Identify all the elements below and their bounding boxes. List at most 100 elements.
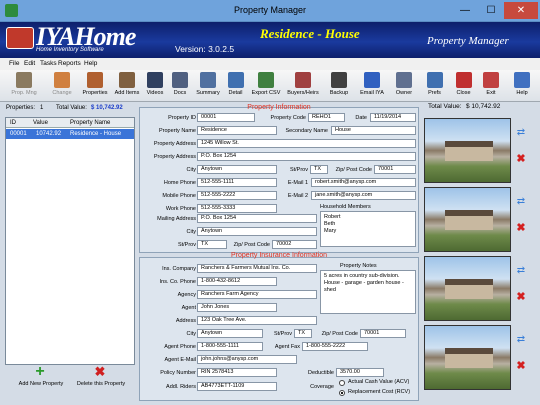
- delete-photo-icon[interactable]: ✖: [513, 221, 529, 235]
- toolbar-backup-button[interactable]: Backup: [324, 71, 354, 101]
- ins-city-field[interactable]: Anytown: [197, 329, 263, 338]
- agent-phone-field[interactable]: 1-800-555-1111: [197, 342, 263, 351]
- help-icon: [514, 72, 530, 88]
- coverage-rcv-radio[interactable]: [339, 390, 345, 396]
- delete-icon[interactable]: ✖: [93, 365, 107, 379]
- toolbar-videos-button[interactable]: Videos: [144, 71, 166, 101]
- menu-tasks[interactable]: Tasks: [40, 60, 57, 67]
- delete-photo-icon[interactable]: ✖: [513, 290, 529, 304]
- toolbar-buyers-heirs-button[interactable]: Buyers/Heirs: [284, 71, 322, 101]
- deductible-field[interactable]: 3570.00: [336, 368, 384, 377]
- maximize-button[interactable]: ☐: [478, 2, 504, 19]
- house-image: [445, 141, 493, 161]
- row-id: 00001: [10, 131, 27, 137]
- minimize-button[interactable]: —: [452, 2, 478, 19]
- toolbar-docs-button[interactable]: Docs: [168, 71, 192, 101]
- toolbar-owner-button[interactable]: Owner: [390, 71, 418, 101]
- email1-label: E-Mail 1: [287, 180, 308, 186]
- property-name-field[interactable]: Residence: [197, 126, 277, 135]
- agency-field[interactable]: Ranchers Farm Agency: [197, 290, 317, 299]
- ins-phone-field[interactable]: 1-800-432-8612: [197, 277, 277, 286]
- grid-header-name[interactable]: Property Name: [70, 120, 110, 126]
- toolbar-email-iya-button[interactable]: Email IYA: [357, 71, 387, 101]
- property-code-field[interactable]: REHO1: [308, 113, 345, 122]
- toolbar-prefs-button[interactable]: Prefs: [421, 71, 448, 101]
- menu-reports[interactable]: Reports: [58, 60, 81, 67]
- property-photo[interactable]: [424, 118, 511, 183]
- property-photo[interactable]: [424, 325, 511, 390]
- email1-field[interactable]: robert.smith@anysp.com: [311, 178, 416, 187]
- property-photo[interactable]: [424, 256, 511, 321]
- update-photo-icon[interactable]: ⇄: [513, 126, 529, 140]
- close-window-button[interactable]: ✕: [504, 2, 538, 19]
- work-phone-label: Work Phone: [165, 206, 196, 212]
- ins-zip-field[interactable]: 70001: [360, 329, 406, 338]
- property-grid[interactable]: [5, 117, 135, 365]
- add-icon[interactable]: +: [33, 364, 47, 380]
- mail-zip-field[interactable]: 70002: [272, 240, 317, 249]
- stprov-field[interactable]: TX: [310, 165, 328, 174]
- mail-stprov-field[interactable]: TX: [197, 240, 227, 249]
- ins-stprov-field[interactable]: TX: [294, 329, 312, 338]
- mobile-phone-field[interactable]: 512-555-2222: [197, 191, 277, 200]
- update-photo-icon[interactable]: ⇄: [513, 264, 529, 278]
- ins-address-field[interactable]: 123 Oak Tree Ave.: [197, 316, 317, 325]
- agent-field[interactable]: John Jones: [197, 303, 277, 312]
- date-field[interactable]: 11/19/2014: [370, 113, 416, 122]
- toolbar-close-button[interactable]: Close: [451, 71, 476, 101]
- riders-field[interactable]: AB4773ETT-1109: [197, 382, 277, 391]
- grid-header-id[interactable]: ID: [10, 120, 16, 126]
- toolbar-detail-button[interactable]: Detail: [223, 71, 248, 101]
- version-label: Version: 3.0.2.5: [175, 44, 235, 54]
- row-value: 10742.92: [36, 131, 62, 137]
- add-property-button[interactable]: Add New Property: [14, 381, 68, 387]
- coverage-acv-radio[interactable]: [339, 380, 345, 386]
- menu-file[interactable]: File: [9, 60, 19, 67]
- agent-email-label: Agent E-Mail: [164, 357, 197, 363]
- agent-fax-field[interactable]: 1-800-555-2222: [302, 342, 368, 351]
- delete-photo-icon[interactable]: ✖: [513, 152, 529, 166]
- policy-field[interactable]: RIN 2578413: [197, 368, 277, 377]
- property-photo[interactable]: [424, 187, 511, 252]
- toolbar-summary-button[interactable]: Summary: [194, 71, 222, 101]
- mail-address-field[interactable]: P.O. Box 1254: [197, 214, 317, 223]
- toolbar-properties-button[interactable]: Properties: [78, 71, 112, 101]
- toolbar-export-csv-button[interactable]: Export CSV: [250, 71, 282, 101]
- city-label: City: [186, 167, 196, 173]
- toolbar-change-button[interactable]: Change: [46, 71, 78, 101]
- email2-field[interactable]: jane.smith@anysp.com: [311, 191, 416, 200]
- delete-property-button[interactable]: Delete this Property: [72, 381, 130, 387]
- menu-help[interactable]: Help: [84, 60, 97, 67]
- add-items-icon: [119, 72, 135, 88]
- property-notes-field[interactable]: 5 acres in country sub-division. House -…: [320, 270, 416, 314]
- toolbar-add-items-button[interactable]: Add Items: [112, 71, 142, 101]
- address1-field[interactable]: 1245 Willow St.: [197, 139, 416, 148]
- household-members-list[interactable]: Robert Beth Mary: [320, 211, 416, 247]
- ins-address-label: Address: [175, 318, 196, 324]
- toolbar-exit-button[interactable]: Exit: [478, 71, 504, 101]
- household-label: Household Members: [320, 204, 371, 210]
- toolbar-prop-mng-button[interactable]: Prop. Mng: [4, 71, 44, 101]
- mail-city-field[interactable]: Anytown: [197, 227, 317, 236]
- toolbar-help-button[interactable]: Help: [508, 71, 536, 101]
- menu-edit[interactable]: Edit: [24, 60, 35, 67]
- delete-photo-icon[interactable]: ✖: [513, 359, 529, 373]
- address2-field[interactable]: P.O. Box 1254: [197, 152, 416, 161]
- work-phone-field[interactable]: 512-555-3333: [197, 204, 277, 213]
- stprov-label: St/Prov: [289, 167, 308, 173]
- zip-field[interactable]: 70001: [374, 165, 416, 174]
- home-phone-field[interactable]: 512-555-1111: [197, 178, 277, 187]
- update-photo-icon[interactable]: ⇄: [513, 195, 529, 209]
- ins-company-field[interactable]: Ranchers & Farmers Mutual Ins. Co.: [197, 264, 317, 273]
- grid-header-value[interactable]: Value: [33, 120, 48, 126]
- agent-email-field[interactable]: john.johns@anysp.com: [197, 355, 297, 364]
- update-photo-icon[interactable]: ⇄: [513, 333, 529, 347]
- properties-count: 1: [40, 105, 44, 111]
- summary-icon: [200, 72, 216, 88]
- coverage-rcv-label: Replacement Cost (RCV): [348, 389, 411, 395]
- toolbar-label: Close: [456, 90, 471, 96]
- property-id-field[interactable]: 00001: [197, 113, 255, 122]
- deductible-label: Deductible: [308, 370, 334, 376]
- secondary-name-field[interactable]: House: [331, 126, 416, 135]
- city-field[interactable]: Anytown: [197, 165, 277, 174]
